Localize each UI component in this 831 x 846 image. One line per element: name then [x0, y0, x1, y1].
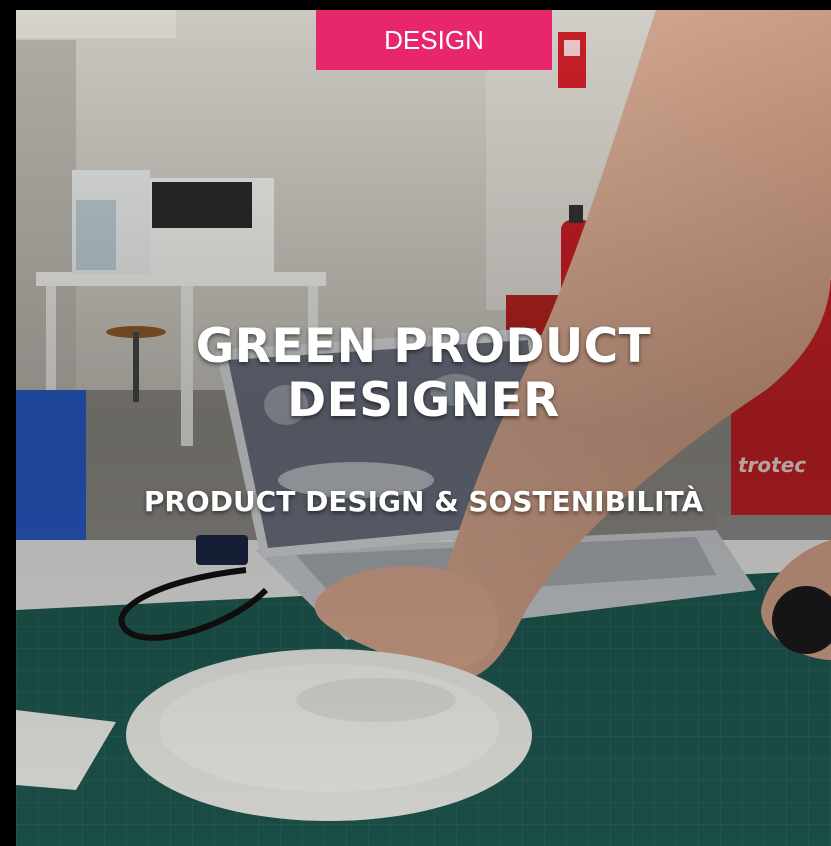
course-title: GREEN PRODUCT DESIGNER [16, 320, 831, 428]
course-subtitle: PRODUCT DESIGN & SOSTENIBILITÀ [143, 485, 704, 518]
category-badge[interactable]: DESIGN [316, 10, 552, 70]
course-title-line2: DESIGNER [287, 373, 560, 428]
course-card[interactable]: trotec [0, 0, 831, 846]
course-title-line1: GREEN PRODUCT [195, 319, 652, 374]
hero-photo: trotec [16, 10, 831, 846]
